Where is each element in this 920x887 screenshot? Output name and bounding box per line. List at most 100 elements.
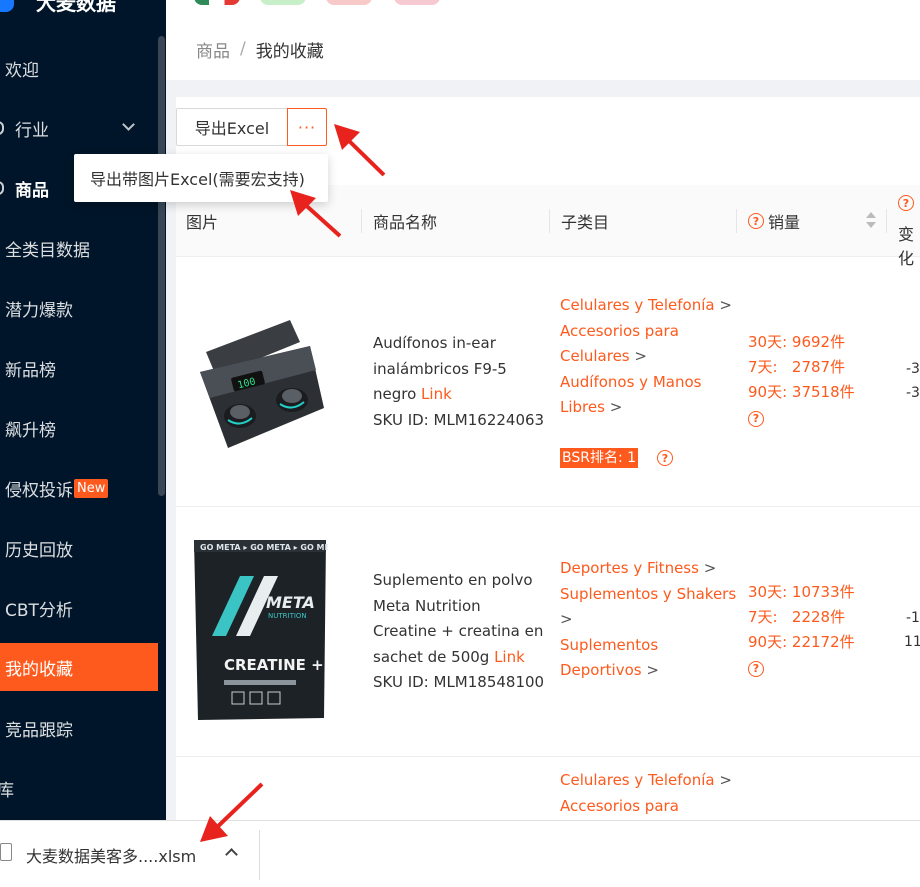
file-icon (0, 843, 12, 861)
change-value: -1 (906, 610, 920, 626)
col-sales-label: 销量 (768, 213, 801, 232)
svg-text:META: META (266, 593, 315, 612)
subcategory-path: Celulares y Telefonía > Accesorios para (560, 768, 740, 819)
sidebar: 大麦数据 欢迎 行业 商品 全类目数据 潜力爆款 新品榜 飙升榜 侵权投诉 Ne… (0, 0, 166, 820)
path-separator: > (719, 296, 732, 314)
svg-text:NUTRITION: NUTRITION (268, 612, 307, 620)
top-bar (166, 0, 920, 18)
product-name-line: Meta Nutrition (373, 596, 481, 615)
path-separator: > (560, 610, 573, 628)
product-name-line: sachet de 500g Link (373, 645, 545, 671)
sidebar-item-label: 我的收藏 (5, 659, 73, 680)
sidebar-item-label: 飙升榜 (5, 420, 56, 441)
help-icon[interactable]: ? (657, 450, 673, 466)
category-link[interactable]: Deportes y Fitness (560, 559, 699, 577)
sort-icon[interactable] (866, 212, 876, 230)
col-sales-header[interactable]: ? 销量 (748, 185, 800, 257)
sales-stats: 30天: 9692件 7天: 2787件 90天: 37518件 ? (748, 330, 855, 430)
product-name-text: negro (373, 385, 422, 403)
sidebar-item-label: 商品 (15, 180, 49, 201)
sidebar-item-label: 侵权投诉 (5, 480, 73, 501)
sidebar-item-potential-hits[interactable]: 潜力爆款 (0, 284, 158, 332)
help-icon[interactable]: ? (748, 213, 764, 229)
product-name-line: Audífonos in-ear (373, 334, 496, 352)
path-separator: > (719, 771, 732, 789)
product-link[interactable]: Link (421, 385, 452, 403)
logo-text: 大麦数据 (36, 0, 116, 15)
sidebar-item-new-products[interactable]: 新品榜 (0, 344, 158, 392)
svg-text:CREATINE +: CREATINE + (224, 656, 324, 674)
sidebar-scrollbar[interactable] (158, 36, 165, 496)
chevron-down-icon (122, 118, 135, 131)
category-link[interactable]: Libres (560, 398, 605, 416)
path-separator: > (646, 661, 659, 679)
app-logo[interactable]: 大麦数据 (0, 0, 116, 16)
breadcrumb-root[interactable]: 商品 (196, 37, 230, 62)
product-image-supplement-bag[interactable]: GO META ▸ GO META ▸ GO META META NUTRITI… (192, 536, 328, 724)
column-divider (549, 209, 550, 233)
site-flag-icon[interactable] (326, 0, 372, 5)
sidebar-item-favorites[interactable]: 我的收藏 (0, 643, 158, 691)
sku-id: SKU ID: MLM18548100 (373, 673, 545, 691)
help-icon[interactable]: ? (898, 195, 914, 211)
product-name-line: Creatine + creatina en (373, 622, 544, 640)
sidebar-item-label: 新品榜 (5, 360, 56, 381)
product-name-line: inalámbricos F9-5 (373, 359, 507, 378)
sidebar-item-cbt[interactable]: CBT分析 (0, 584, 158, 632)
category-link[interactable]: Celulares y Telefonía (560, 296, 715, 314)
sidebar-item-library[interactable]: 库 (0, 764, 150, 812)
category-link[interactable]: Accesorios para (560, 797, 679, 815)
product-image-earbuds[interactable]: 100 (192, 312, 330, 452)
column-divider (736, 209, 737, 233)
download-divider (259, 830, 260, 880)
site-flag-icon[interactable] (260, 0, 306, 5)
category-link[interactable]: Suplementos y Shakers (560, 585, 736, 603)
sidebar-item-industry[interactable]: 行业 (0, 104, 158, 152)
product-name-line: negro Link (373, 382, 545, 408)
logo-icon (0, 0, 14, 12)
download-filename[interactable]: 大麦数据美客多....xlsm (26, 843, 196, 867)
sku-id: SKU ID: MLM16224063 (373, 410, 545, 429)
sales-90d: 90天: 37518件 (748, 383, 855, 401)
sales-stats: 30天: 10733件 7天: 2228件 90天: 22172件 ? (748, 580, 855, 680)
change-value: -3 (906, 361, 920, 377)
category-link[interactable]: Audífonos y Manos (560, 373, 701, 391)
help-icon[interactable]: ? (748, 410, 764, 427)
sidebar-item-label: 竞品跟踪 (5, 720, 73, 741)
col-name-header: 商品名称 (373, 213, 438, 232)
sales-90d: 90天: 22172件 (748, 633, 855, 651)
new-badge: New (74, 478, 109, 498)
sidebar-item-competitor-tracking[interactable]: 竞品跟踪 (0, 704, 158, 752)
category-link[interactable]: Celulares (560, 347, 630, 365)
product-name-line: Suplemento en polvo (373, 571, 533, 589)
category-link[interactable]: Suplementos (560, 636, 658, 654)
mexico-flag-icon[interactable] (194, 0, 240, 5)
sales-7d: 7天: 2228件 (748, 608, 846, 626)
product-name-text: sachet de 500g (373, 647, 495, 666)
column-divider (361, 209, 362, 233)
sidebar-item-label: 全类目数据 (5, 240, 90, 261)
sidebar-item-label: 库 (0, 780, 14, 801)
help-icon[interactable]: ? (748, 660, 764, 677)
more-options-button[interactable]: ··· (287, 108, 327, 146)
category-link[interactable]: Celulares y Telefonía (560, 771, 715, 789)
product-link[interactable]: Link (494, 648, 525, 666)
sidebar-item-rising[interactable]: 飙升榜 (0, 404, 158, 452)
breadcrumb-current: 我的收藏 (255, 41, 324, 62)
sidebar-item-all-categories[interactable]: 全类目数据 (0, 224, 158, 272)
industry-icon (0, 121, 4, 135)
product-name: Suplemento en polvo Meta Nutrition Creat… (373, 568, 545, 696)
site-flag-icon[interactable] (394, 0, 440, 5)
column-divider (886, 209, 887, 233)
sidebar-item-infringement[interactable]: 侵权投诉 New (0, 464, 158, 512)
sidebar-item-label: 行业 (15, 120, 49, 141)
export-dropdown-item[interactable]: 导出带图片Excel(需要宏支持) (74, 154, 328, 202)
breadcrumb-separator: / (240, 39, 246, 59)
col-subcategory-header: 子类目 (561, 213, 610, 232)
sidebar-item-history[interactable]: 历史回放 (0, 524, 158, 572)
export-excel-button[interactable]: 导出Excel (176, 108, 288, 146)
category-link[interactable]: Deportivos (560, 661, 642, 679)
sidebar-item-label: 历史回放 (5, 540, 73, 561)
category-link[interactable]: Accesorios para (560, 322, 679, 340)
sidebar-item-welcome[interactable]: 欢迎 (0, 44, 158, 92)
